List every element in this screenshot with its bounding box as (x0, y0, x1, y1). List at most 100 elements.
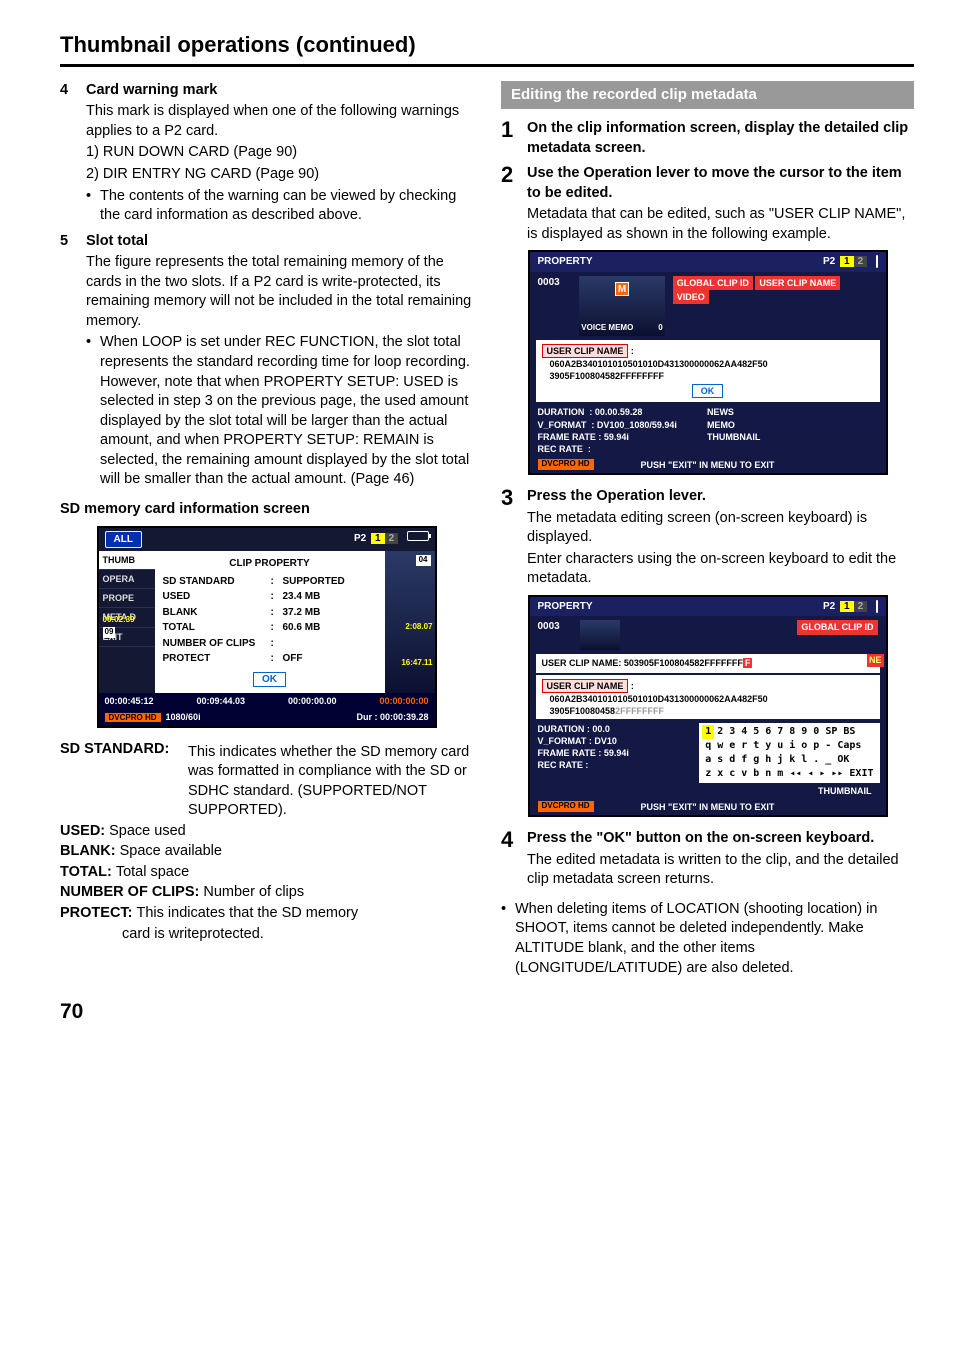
kbd-key[interactable]: BS (840, 725, 858, 739)
kbd-key[interactable]: 0 (810, 725, 822, 739)
kbd-key[interactable]: d (726, 753, 738, 767)
kbd-key[interactable]: Caps (834, 739, 864, 753)
ucn-line1: 060A2B340101010501010D431300000062AA482F… (542, 693, 874, 705)
onscreen-keyboard[interactable]: 1234567890SPBS qwertyuiop-Caps asdfghjkl… (699, 723, 879, 783)
kbd-key[interactable]: e (726, 739, 738, 753)
meta-gci[interactable]: GLOBAL CLIP ID (673, 276, 753, 290)
kbd-key[interactable]: y (762, 739, 774, 753)
clip-thumb: M VOICE MEMO0 (579, 276, 664, 336)
ok-button[interactable]: OK (253, 672, 286, 688)
step-2-title: Use the Operation lever to move the curs… (527, 164, 914, 203)
side-time-2: 16:47.11 (401, 658, 432, 669)
kbd-key[interactable]: q (702, 739, 714, 753)
kbd-key[interactable]: h (762, 753, 774, 767)
ok-button[interactable]: OK (692, 384, 724, 398)
kbd-key[interactable]: ▸ (816, 767, 828, 781)
kbd-row-1: 1234567890SPBS (702, 725, 876, 739)
kbd-key[interactable]: a (702, 753, 714, 767)
kbd-key[interactable]: g (750, 753, 762, 767)
tc1: 00:00:45:12 (105, 695, 154, 707)
rcol-thumb: THUMBNAIL (707, 431, 761, 443)
kbd-key[interactable]: j (774, 753, 786, 767)
kbd-key[interactable]: - (822, 739, 834, 753)
rcol-news: NEWS (707, 406, 761, 418)
ucn-line2: 3905F10080458 (550, 706, 616, 716)
kbd-key[interactable]: f (738, 753, 750, 767)
slot-1: 1 (840, 256, 854, 267)
kbd-key[interactable]: w (714, 739, 726, 753)
tc3: 00:00:00.00 (288, 695, 337, 707)
kbd-key[interactable]: 1 (702, 725, 714, 739)
item-5-bullet: When LOOP is set under REC FUNCTION, the… (100, 333, 473, 490)
kbd-key[interactable]: o (798, 739, 810, 753)
kbd-key[interactable]: 8 (786, 725, 798, 739)
item-4-l2: 2) DIR ENTRY NG CARD (Page 90) (86, 165, 473, 185)
kbd-key[interactable]: n (762, 767, 774, 781)
meta-list: GLOBAL CLIP ID USER CLIP NAME VIDEO (673, 276, 878, 336)
def-blank-v: Space available (120, 842, 222, 862)
side-time-1: 2:08.07 (405, 622, 432, 633)
kbd-key[interactable]: m (774, 767, 786, 781)
kbd-key[interactable]: 2 (714, 725, 726, 739)
ucn-edit-text: USER CLIP NAME: 503905F100804582FFFFFFF (542, 658, 743, 668)
kbd-key[interactable]: SP (822, 725, 840, 739)
kbd-key[interactable]: x (714, 767, 726, 781)
kbd-key[interactable]: 6 (762, 725, 774, 739)
vformat-v: : DV100_1080/59.94i (591, 420, 677, 430)
tab-prope[interactable]: PROPE (99, 589, 155, 608)
dvcpro-badge: DVCPRO HD (538, 459, 594, 470)
frate-k: FRAME RATE (538, 432, 596, 442)
kbd-key[interactable]: _ (822, 753, 834, 767)
def-total-v: Total space (116, 863, 189, 883)
kbd-key[interactable]: c (726, 767, 738, 781)
kbd-key[interactable]: 4 (738, 725, 750, 739)
step-4-body: The edited metadata is written to the cl… (527, 851, 914, 890)
row-total-k: TOTAL (163, 621, 271, 635)
kbd-key[interactable]: k (786, 753, 798, 767)
kbd-key[interactable]: . (810, 753, 822, 767)
tab-thumb[interactable]: THUMB (99, 551, 155, 570)
sd-info-screenshot: ALL P2 12 00:02:39 09 THUMB OPERA PROPE … (97, 526, 437, 728)
kbd-key[interactable]: v (738, 767, 750, 781)
duration-v: : 00.0 (587, 724, 610, 734)
thumb-label: THUMBNAIL (530, 785, 886, 799)
kbd-key[interactable]: OK (834, 753, 852, 767)
rrate-v: : (585, 760, 588, 770)
kbd-key[interactable]: s (714, 753, 726, 767)
kbd-key[interactable]: 7 (774, 725, 786, 739)
left-time: 00:02:39 (103, 615, 135, 626)
meta-ucn[interactable]: USER CLIP NAME (755, 276, 840, 290)
kbd-key[interactable]: ▸▸ (828, 767, 846, 781)
tab-opera[interactable]: OPERA (99, 570, 155, 589)
kbd-key[interactable]: t (750, 739, 762, 753)
kbd-key[interactable]: EXIT (846, 767, 876, 781)
meta-video[interactable]: VIDEO (673, 290, 709, 304)
def-blank-k: BLANK: (60, 842, 116, 862)
meta-gci[interactable]: GLOBAL CLIP ID (797, 620, 877, 634)
kbd-row-2: qwertyuiop-Caps (702, 739, 876, 753)
frate-v: : 59.94i (598, 432, 629, 442)
kbd-key[interactable]: 9 (798, 725, 810, 739)
kbd-key[interactable]: p (810, 739, 822, 753)
kbd-key[interactable]: i (786, 739, 798, 753)
item-4-l1: 1) RUN DOWN CARD (Page 90) (86, 143, 473, 163)
kbd-key[interactable]: b (750, 767, 762, 781)
kbd-key[interactable]: 3 (726, 725, 738, 739)
row-protect-v: OFF (283, 652, 303, 666)
duration-k: DURATION (538, 724, 585, 734)
kbd-key[interactable]: z (702, 767, 714, 781)
left-column: 4 Card warning mark This mark is display… (60, 81, 473, 978)
kbd-key[interactable]: l (798, 753, 810, 767)
kbd-key[interactable]: ◂◂ (786, 767, 804, 781)
bullet-icon: • (86, 333, 100, 490)
dvcpro-badge: DVCPRO HD (538, 801, 594, 812)
kbd-key[interactable]: ◂ (804, 767, 816, 781)
kbd-key[interactable]: r (738, 739, 750, 753)
step-4-num: 4 (501, 829, 527, 890)
kbd-key[interactable]: 5 (750, 725, 762, 739)
step-1-num: 1 (501, 119, 527, 158)
kbd-key[interactable]: u (774, 739, 786, 753)
def-protect-v1: This indicates that the SD memory (137, 904, 359, 924)
voice-memo-count: 0 (658, 323, 662, 334)
ucn-edit-bar[interactable]: USER CLIP NAME: 503905F100804582FFFFFFFF… (536, 654, 880, 672)
